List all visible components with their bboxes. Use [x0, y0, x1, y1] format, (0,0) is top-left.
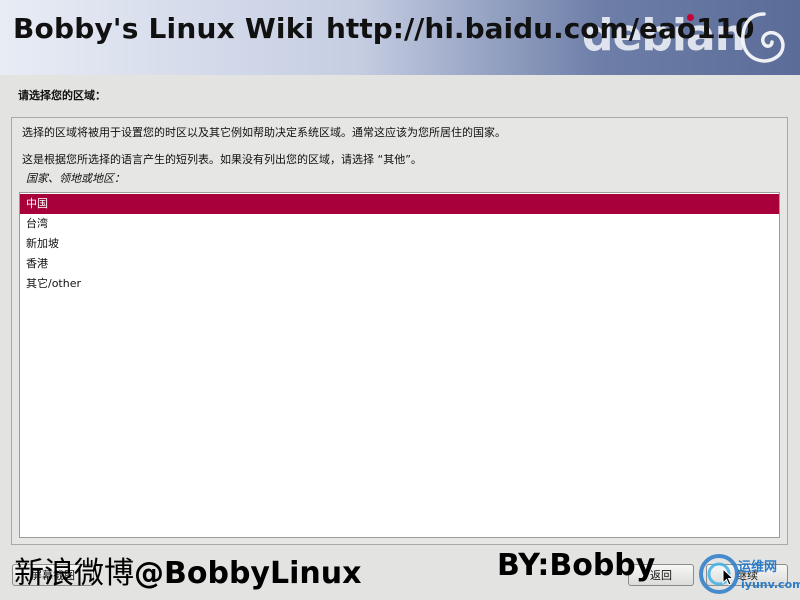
site-title: Bobby's Linux Wiki — [13, 12, 315, 45]
iyunv-watermark-domain: iyunv.com — [741, 578, 800, 591]
page-title: 请选择您的区域： — [18, 89, 106, 102]
description-text-short-list: 这是根据您所选择的语言产生的短列表。如果没有列出您的区域，请选择 “其他”。 — [22, 153, 422, 166]
list-item-china[interactable]: 中国 — [20, 194, 779, 214]
weibo-handle: @BobbyLinux — [134, 556, 362, 591]
description-text: 选择的区域将被用于设置您的时区以及其它例如帮助决定系统区域。通常这应该为您所居住… — [22, 126, 506, 139]
debian-swirl-icon — [741, 12, 785, 63]
mouse-pointer-icon — [722, 568, 734, 586]
header-banner: Bobby's Linux Wiki debian http://hi.baid… — [0, 0, 800, 75]
list-item-hongkong[interactable]: 香港 — [20, 254, 779, 274]
iyunv-logo-icon — [699, 554, 739, 594]
site-url: http://hi.baidu.com/eao110 — [326, 12, 755, 45]
content-panel: 选择的区域将被用于设置您的时区以及其它例如帮助决定系统区域。通常这应该为您所居住… — [11, 117, 788, 545]
list-item-taiwan[interactable]: 台湾 — [20, 214, 779, 234]
author-watermark: BY:Bobby — [497, 548, 656, 583]
weibo-label: 新浪微博 — [14, 556, 134, 591]
weibo-watermark: 新浪微博@BobbyLinux — [14, 548, 361, 592]
country-listbox[interactable]: 中国 台湾 新加坡 香港 其它/other — [19, 192, 780, 538]
list-item-singapore[interactable]: 新加坡 — [20, 234, 779, 254]
country-field-label: 国家、领地或地区： — [26, 172, 125, 185]
list-item-other[interactable]: 其它/other — [20, 274, 779, 294]
iyunv-watermark-name: 运维网 — [738, 560, 778, 575]
